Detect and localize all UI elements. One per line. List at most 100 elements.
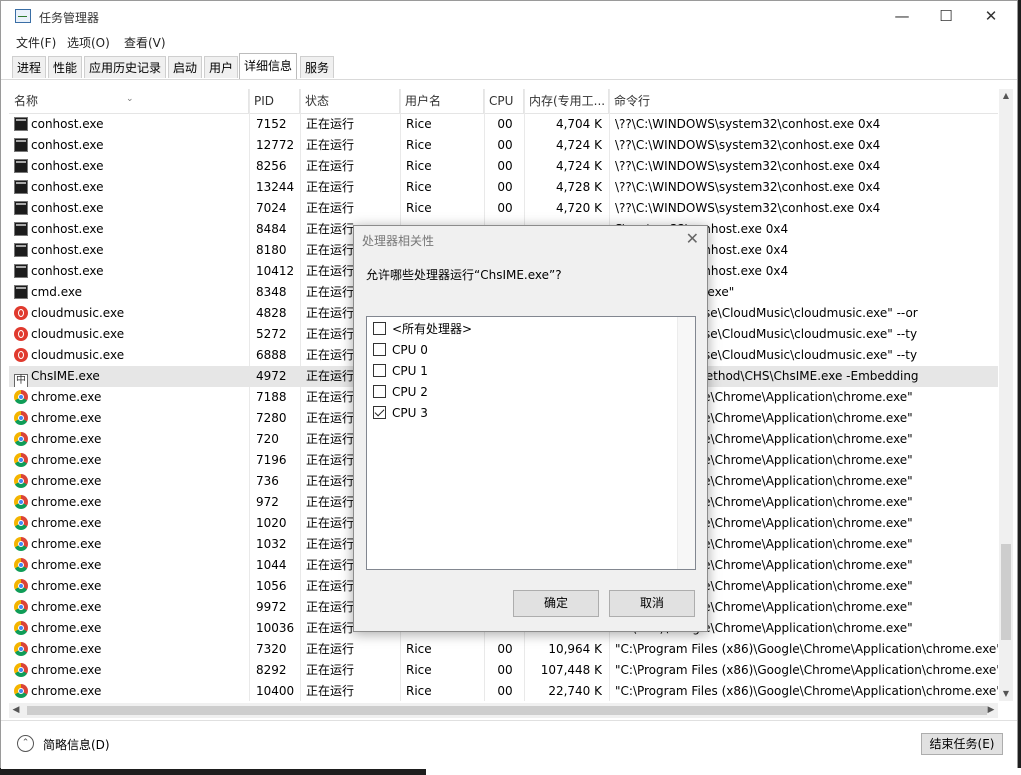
cancel-button[interactable]: 取消 bbox=[609, 590, 695, 617]
process-name: cloudmusic.exe bbox=[14, 345, 249, 366]
process-status: 正在运行 bbox=[306, 180, 355, 194]
footer-bar: ⌃ 简略信息(D) 结束任务(E) bbox=[1, 720, 1017, 769]
processor-affinity-dialog: 处理器相关性 ✕ 允许哪些处理器运行“ChsIME.exe”? <所有处理器> C… bbox=[353, 225, 708, 632]
netease-icon bbox=[14, 327, 28, 341]
process-pid: 7196 bbox=[256, 453, 287, 467]
dialog-close-icon[interactable]: ✕ bbox=[686, 229, 699, 248]
tab-startup[interactable]: 启动 bbox=[168, 56, 203, 78]
ok-button[interactable]: 确定 bbox=[513, 590, 599, 617]
sort-caret-icon: ⌄ bbox=[126, 94, 134, 104]
table-row[interactable]: chrome.exe 10400 正在运行 Rice 00 22,740 K "C:\Pro… bbox=[9, 681, 998, 701]
collapse-chevron-icon[interactable]: ⌃ bbox=[17, 735, 34, 752]
process-command-line: \??\C:\WINDOWS\system32\conhost.exe 0x4 bbox=[615, 117, 881, 131]
tab-services[interactable]: 服务 bbox=[300, 56, 335, 78]
process-pid: 8484 bbox=[256, 222, 287, 236]
process-name: cmd.exe bbox=[14, 282, 249, 303]
process-pid: 1056 bbox=[256, 579, 287, 593]
process-command-line: "C:\Program Files (x86)\Google\Chrome\Ap… bbox=[615, 684, 998, 698]
tab-performance[interactable]: 性能 bbox=[48, 56, 83, 78]
title-bar[interactable]: 任务管理器 — ☐ ✕ bbox=[1, 1, 1017, 32]
process-status: 正在运行 bbox=[306, 663, 355, 677]
task-manager-icon bbox=[15, 9, 31, 23]
process-name: conhost.exe bbox=[14, 135, 249, 156]
scroll-left-arrow-icon[interactable]: ◀ bbox=[9, 703, 23, 718]
process-pid: 7320 bbox=[256, 642, 287, 656]
processor-option[interactable]: <所有处理器> bbox=[373, 319, 472, 339]
checkbox[interactable] bbox=[373, 385, 386, 398]
menu-file[interactable]: 文件(F) bbox=[16, 34, 56, 51]
checkbox[interactable] bbox=[373, 322, 386, 335]
netease-icon bbox=[14, 348, 28, 362]
processor-option-label: CPU 1 bbox=[392, 364, 428, 378]
column-header-name-label: 名称 bbox=[14, 94, 39, 108]
column-header-cpu[interactable]: CPU bbox=[484, 89, 524, 113]
process-pid: 8180 bbox=[256, 243, 287, 257]
tab-processes[interactable]: 进程 bbox=[12, 56, 47, 78]
maximize-button[interactable]: ☐ bbox=[923, 1, 969, 32]
table-row[interactable]: conhost.exe 13244 正在运行 Rice 00 4,728 K \??\C:\… bbox=[9, 177, 998, 198]
process-name: cloudmusic.exe bbox=[14, 303, 249, 324]
table-row[interactable]: conhost.exe 7024 正在运行 Rice 00 4,720 K \??\C:\W… bbox=[9, 198, 998, 219]
process-name: conhost.exe bbox=[14, 114, 249, 135]
tab-bar: 进程 性能 应用历史记录 启动 用户 详细信息 服务 bbox=[1, 52, 1017, 80]
column-header-pid[interactable]: PID bbox=[249, 89, 300, 113]
process-name-label: chrome.exe bbox=[31, 663, 102, 677]
console-icon bbox=[14, 222, 28, 236]
process-pid: 1032 bbox=[256, 537, 287, 551]
column-header-user[interactable]: 用户名 bbox=[400, 89, 484, 113]
tab-users[interactable]: 用户 bbox=[204, 56, 239, 78]
process-pid: 736 bbox=[256, 474, 279, 488]
checkbox[interactable] bbox=[373, 406, 386, 419]
end-task-button[interactable]: 结束任务(E) bbox=[921, 733, 1003, 755]
console-icon bbox=[14, 243, 28, 257]
process-status: 正在运行 bbox=[306, 201, 355, 215]
console-icon bbox=[14, 264, 28, 278]
processor-option-label: CPU 2 bbox=[392, 385, 428, 399]
table-row[interactable]: conhost.exe 7152 正在运行 Rice 00 4,704 K \??\C:\W… bbox=[9, 114, 998, 135]
processor-option[interactable]: CPU 3 bbox=[373, 403, 428, 423]
column-header-name[interactable]: 名称 ⌄ bbox=[9, 89, 249, 113]
process-command-line: "C:\Program Files (x86)\Google\Chrome\Ap… bbox=[615, 642, 998, 656]
menu-options[interactable]: 选项(O) bbox=[67, 34, 110, 51]
chrome-icon bbox=[14, 558, 28, 572]
close-button[interactable]: ✕ bbox=[968, 1, 1014, 32]
menu-view[interactable]: 查看(V) bbox=[124, 34, 166, 51]
menu-bar: 文件(F) 选项(O) 查看(V) bbox=[1, 32, 1017, 52]
tab-app-history[interactable]: 应用历史记录 bbox=[84, 56, 167, 78]
processor-option[interactable]: CPU 2 bbox=[373, 382, 428, 402]
processor-list-scrollbar[interactable] bbox=[677, 317, 695, 569]
process-name-label: chrome.exe bbox=[31, 684, 102, 698]
process-memory: 4,728 K bbox=[555, 180, 602, 194]
checkbox[interactable] bbox=[373, 343, 386, 356]
processor-list: <所有处理器> CPU 0 CPU 1 CPU 2 CPU 3 bbox=[366, 316, 696, 570]
process-name-label: conhost.exe bbox=[31, 243, 104, 257]
process-name-label: conhost.exe bbox=[31, 264, 104, 278]
table-row[interactable]: conhost.exe 12772 正在运行 Rice 00 4,724 K \??\C:\… bbox=[9, 135, 998, 156]
vertical-scroll-thumb[interactable] bbox=[1001, 544, 1011, 640]
scroll-down-arrow-icon[interactable]: ▼ bbox=[999, 687, 1013, 701]
table-row[interactable]: chrome.exe 7320 正在运行 Rice 00 10,964 K "C:\Prog… bbox=[9, 639, 998, 660]
horizontal-scrollbar[interactable]: ◀ ▶ bbox=[9, 703, 998, 718]
process-memory: 4,724 K bbox=[555, 138, 602, 152]
scroll-right-arrow-icon[interactable]: ▶ bbox=[984, 703, 998, 718]
process-status: 正在运行 bbox=[306, 117, 355, 131]
vertical-scrollbar[interactable]: ▲ ▼ bbox=[999, 89, 1013, 701]
horizontal-scroll-thumb[interactable] bbox=[27, 706, 987, 715]
process-user: Rice bbox=[406, 201, 432, 215]
checkbox[interactable] bbox=[373, 364, 386, 377]
column-header-memory[interactable]: 内存(专用工... bbox=[524, 89, 609, 113]
dialog-prompt: 允许哪些处理器运行“ChsIME.exe”? bbox=[366, 268, 562, 282]
chrome-icon bbox=[14, 390, 28, 404]
process-name: chrome.exe bbox=[14, 492, 249, 513]
column-header-command-line[interactable]: 命令行 bbox=[609, 89, 998, 113]
minimize-button[interactable]: — bbox=[879, 1, 925, 32]
column-header-status[interactable]: 状态 bbox=[300, 89, 400, 113]
table-row[interactable]: chrome.exe 8292 正在运行 Rice 00 107,448 K "C:\Pro… bbox=[9, 660, 998, 681]
console-icon bbox=[14, 285, 28, 299]
processor-option[interactable]: CPU 1 bbox=[373, 361, 428, 381]
tab-details[interactable]: 详细信息 bbox=[239, 53, 298, 79]
scroll-up-arrow-icon[interactable]: ▲ bbox=[999, 89, 1013, 103]
processor-option[interactable]: CPU 0 bbox=[373, 340, 428, 360]
table-row[interactable]: conhost.exe 8256 正在运行 Rice 00 4,724 K \??\C:\W… bbox=[9, 156, 998, 177]
brief-info-link[interactable]: 简略信息(D) bbox=[43, 736, 110, 753]
